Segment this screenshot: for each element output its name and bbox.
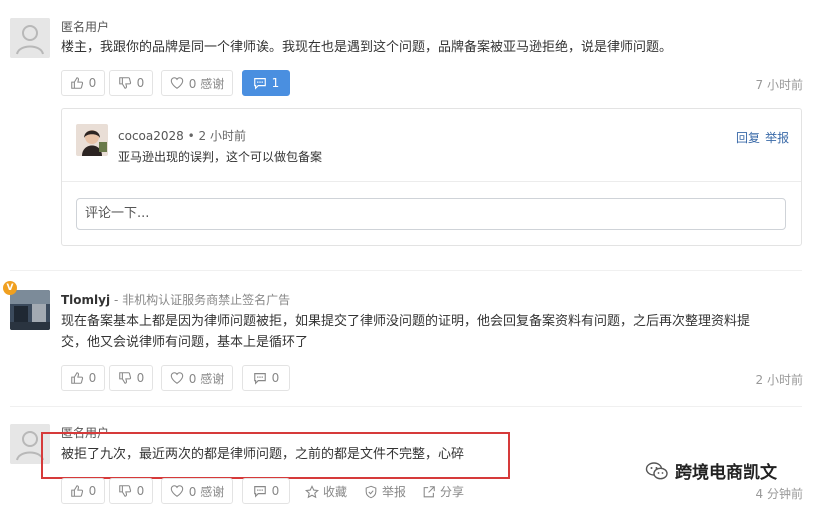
- reply-username[interactable]: cocoa2028: [118, 129, 184, 143]
- user-tagline: - 非机构认证服务商禁止签名广告: [113, 293, 291, 307]
- reply-actions: 回复 举报: [736, 127, 789, 146]
- thanks-label: 0 感谢: [188, 484, 225, 499]
- star-icon: [305, 484, 319, 498]
- reply-header: cocoa2028 • 2 小时前: [118, 127, 246, 144]
- report-label: 举报: [382, 485, 407, 499]
- comment-text: 楼主，我跟你的品牌是同一个律师诶。我现在也是遇到这个问题，品牌备案被亚马逊拒绝，…: [61, 40, 673, 55]
- comment-button[interactable]: 0: [242, 365, 290, 391]
- reply-count: 1: [271, 76, 280, 90]
- thumbs-down-icon: [118, 77, 131, 89]
- username[interactable]: Tlomlyj: [61, 293, 110, 307]
- watermark: 跨境电商凯文: [645, 458, 777, 483]
- reply-time: • 2 小时前: [187, 129, 246, 143]
- divider: [10, 270, 802, 271]
- comment-count: 0: [271, 371, 280, 385]
- username[interactable]: 匿名用户: [61, 18, 109, 35]
- like-count: 0: [88, 371, 97, 385]
- thanks-button[interactable]: 0 感谢: [161, 365, 233, 391]
- thumbs-down-icon: [118, 485, 131, 497]
- like-button[interactable]: 0: [61, 70, 105, 96]
- dislike-button[interactable]: 0: [109, 70, 153, 96]
- report-button[interactable]: 举报: [364, 483, 406, 500]
- comment-input-placeholder: 评论一下...: [85, 206, 150, 221]
- favorite-label: 收藏: [323, 485, 348, 499]
- comment-icon: [253, 486, 266, 498]
- thanks-label: 0 感谢: [188, 371, 225, 386]
- thanks-button[interactable]: 0 感谢: [161, 70, 233, 96]
- report-link[interactable]: 举报: [765, 131, 789, 145]
- thumbs-down-icon: [118, 372, 131, 384]
- timestamp: 4 分钟前: [755, 487, 803, 501]
- comment-input[interactable]: 评论一下...: [76, 198, 786, 230]
- heart-icon: [170, 485, 183, 497]
- comment-count: 0: [271, 484, 280, 498]
- user-header: Tlomlyj - 非机构认证服务商禁止签名广告: [61, 291, 290, 308]
- watermark-text: 跨境电商凯文: [675, 463, 777, 483]
- user-photo-icon: [10, 290, 50, 330]
- favorite-button[interactable]: 收藏: [305, 483, 347, 500]
- dislike-count: 0: [136, 371, 145, 385]
- heart-icon: [170, 372, 183, 384]
- dislike-count: 0: [136, 484, 145, 498]
- timestamp: 2 小时前: [755, 373, 803, 387]
- divider: [62, 181, 801, 182]
- dislike-button[interactable]: 0: [109, 478, 153, 504]
- shield-icon: [365, 485, 377, 498]
- wechat-icon: [645, 461, 668, 479]
- like-button[interactable]: 0: [61, 365, 105, 391]
- share-button[interactable]: 分享: [422, 483, 464, 500]
- like-count: 0: [88, 76, 97, 90]
- verified-badge: V: [3, 281, 17, 295]
- user-photo-icon: [76, 124, 108, 156]
- comment-icon: [253, 373, 266, 385]
- thanks-button[interactable]: 0 感谢: [161, 478, 233, 504]
- comment-button[interactable]: 0: [242, 478, 290, 504]
- dislike-button[interactable]: 0: [109, 365, 153, 391]
- timestamp: 7 小时前: [755, 78, 803, 92]
- thumbs-up-icon: [70, 485, 83, 497]
- dislike-count: 0: [136, 76, 145, 90]
- reply-link[interactable]: 回复: [736, 131, 760, 145]
- comment-icon: [253, 78, 266, 90]
- like-button[interactable]: 0: [61, 478, 105, 504]
- heart-icon: [170, 77, 183, 89]
- share-label: 分享: [440, 485, 465, 499]
- thumbs-up-icon: [70, 77, 83, 89]
- thumbs-up-icon: [70, 372, 83, 384]
- reply-text: 亚马逊出现的误判，这个可以做包备案: [118, 150, 323, 164]
- avatar[interactable]: [10, 290, 50, 330]
- share-icon: [423, 485, 435, 497]
- anonymous-user-icon: [10, 18, 50, 58]
- avatar[interactable]: [10, 18, 50, 58]
- reply-avatar[interactable]: [76, 124, 108, 156]
- like-count: 0: [88, 484, 97, 498]
- divider: [10, 406, 802, 407]
- thanks-label: 0 感谢: [188, 76, 225, 91]
- highlight-box: [41, 432, 510, 479]
- comment-text-line2: 交，他又会说律师有问题，基本上是循环了: [61, 335, 309, 350]
- reply-toggle-button[interactable]: 1: [242, 70, 290, 96]
